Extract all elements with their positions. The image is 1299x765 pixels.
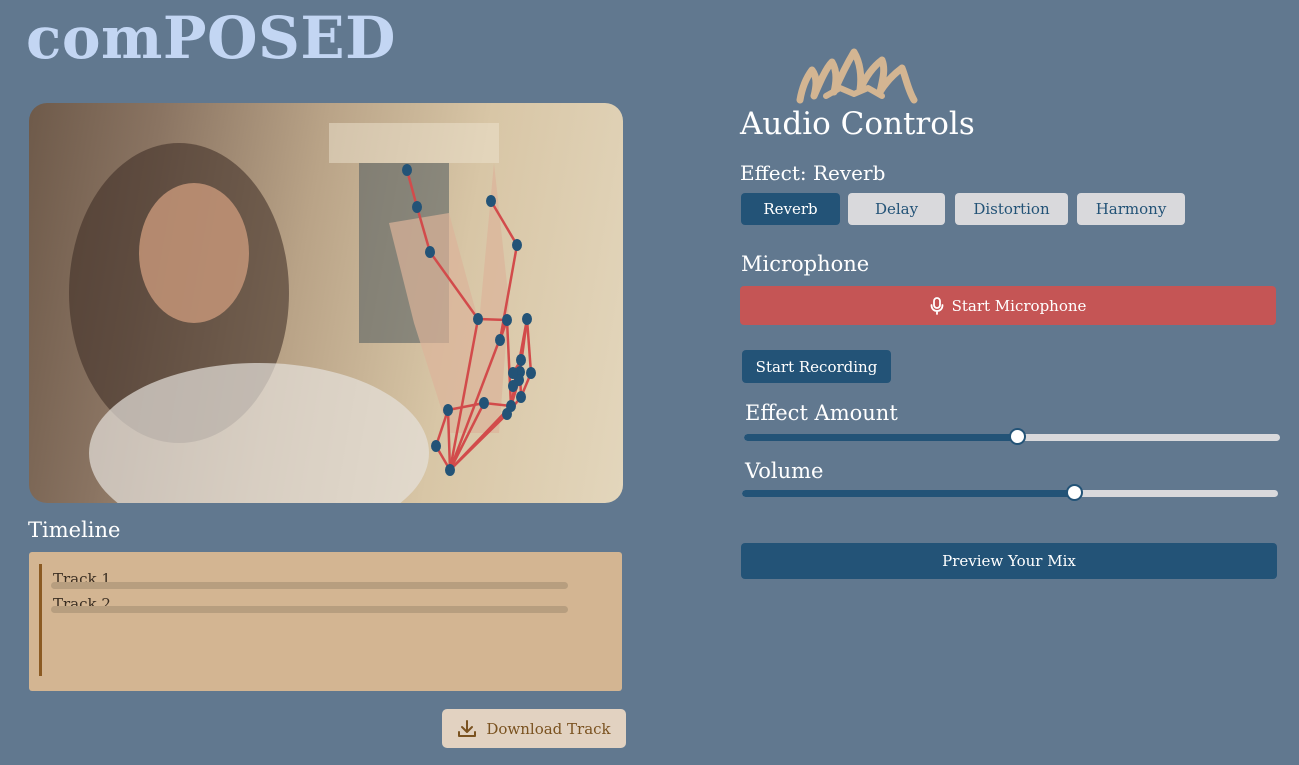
hand-landmark-overlay (69, 123, 536, 503)
hand-landmark-point (431, 440, 441, 452)
hand-connection-line (505, 319, 513, 407)
hand-landmark-point (508, 380, 518, 392)
download-track-button[interactable]: Download Track (442, 709, 626, 748)
hand-landmark-point (502, 408, 512, 420)
preview-mix-button[interactable]: Preview Your Mix (741, 543, 1277, 579)
effect-button-harmony[interactable]: Harmony (1077, 193, 1185, 225)
download-track-label: Download Track (486, 719, 611, 738)
start-recording-button[interactable]: Start Recording (742, 350, 891, 383)
effect-button-reverb[interactable]: Reverb (741, 193, 840, 225)
hand-landmark-point (486, 195, 496, 207)
hand-landmark-point (445, 464, 455, 476)
hand-landmark-point (508, 367, 518, 379)
face-shape (139, 183, 249, 323)
hand-landmark-point (516, 391, 526, 403)
current-effect-label: Effect: Reverb (740, 161, 886, 185)
download-icon (458, 719, 477, 737)
track-1-bar[interactable] (51, 582, 568, 589)
webcam-feed (29, 103, 623, 503)
crown-icon (796, 48, 918, 104)
app-logo: comPOSED (26, 4, 396, 72)
start-microphone-button[interactable]: Start Microphone (740, 286, 1276, 325)
volume-label: Volume (745, 459, 824, 483)
effect-amount-label: Effect Amount (745, 401, 898, 425)
start-microphone-label: Start Microphone (951, 296, 1087, 315)
hand-landmark-point (479, 397, 489, 409)
hand-landmark-point (473, 313, 483, 325)
effect-button-distortion[interactable]: Distortion (955, 193, 1068, 225)
effect-amount-thumb[interactable] (1009, 428, 1027, 445)
hand-landmark-point (516, 354, 526, 366)
hand-landmark-point (522, 313, 532, 325)
timeline-title: Timeline (28, 518, 121, 542)
hand-landmark-point (425, 246, 435, 258)
audio-controls-title: Audio Controls (740, 106, 975, 142)
hand-landmark-point (512, 239, 522, 251)
volume-thumb[interactable] (1066, 484, 1084, 501)
track-2-bar[interactable] (51, 606, 568, 613)
effect-button-delay[interactable]: Delay (848, 193, 945, 225)
hand-landmark-point (412, 201, 422, 213)
microphone-icon (930, 296, 943, 315)
microphone-title: Microphone (741, 252, 870, 276)
timeline-panel[interactable]: Track 1 Track 2 (29, 552, 622, 691)
effect-amount-slider[interactable] (744, 428, 1280, 445)
shelf-shape (329, 123, 499, 163)
hand-landmark-point (402, 164, 412, 176)
hand-landmark-point (443, 404, 453, 416)
hand-landmark-point (502, 314, 512, 326)
timeline-playhead[interactable] (39, 564, 42, 676)
effect-amount-fill (744, 434, 1018, 441)
volume-fill (742, 490, 1075, 497)
volume-slider[interactable] (742, 484, 1278, 501)
hand-landmark-point (526, 367, 536, 379)
hand-landmark-point (495, 334, 505, 346)
hand-connection-line (525, 318, 533, 374)
